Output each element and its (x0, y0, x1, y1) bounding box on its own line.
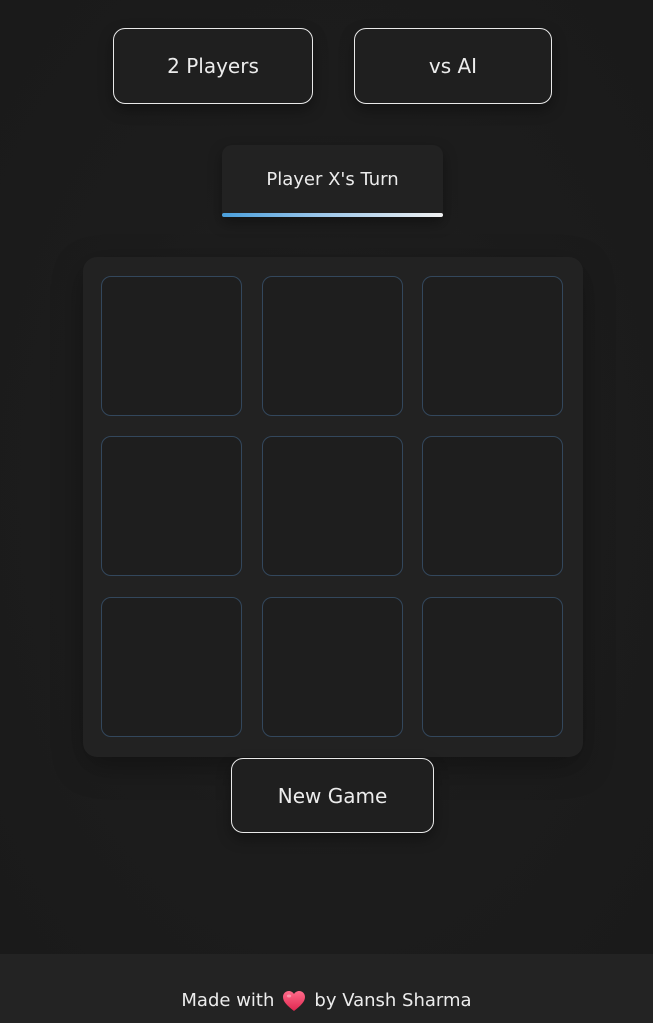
board-cell[interactable] (101, 597, 242, 737)
board-cell[interactable] (422, 597, 563, 737)
board-cell[interactable] (422, 436, 563, 576)
two-players-button[interactable]: 2 Players (113, 28, 313, 104)
board-cell[interactable] (262, 597, 403, 737)
footer-author: by Vansh Sharma (314, 990, 472, 1011)
new-game-button[interactable]: New Game (231, 758, 434, 833)
board-cell[interactable] (262, 276, 403, 416)
board-cell[interactable] (101, 276, 242, 416)
footer: Made with by Vansh Sharma (0, 954, 653, 1023)
turn-indicator-bar (222, 213, 443, 217)
turn-status-text: Player X's Turn (266, 168, 399, 190)
vs-ai-button[interactable]: vs AI (354, 28, 552, 104)
footer-prefix: Made with (181, 990, 275, 1011)
board-cell[interactable] (422, 276, 563, 416)
board-cell[interactable] (101, 436, 242, 576)
turn-status: Player X's Turn (222, 145, 443, 217)
heart-icon (282, 990, 306, 1012)
game-board (83, 257, 583, 757)
board-cell[interactable] (262, 436, 403, 576)
game-area: 2 Players vs AI Player X's Turn New Game (0, 0, 653, 954)
